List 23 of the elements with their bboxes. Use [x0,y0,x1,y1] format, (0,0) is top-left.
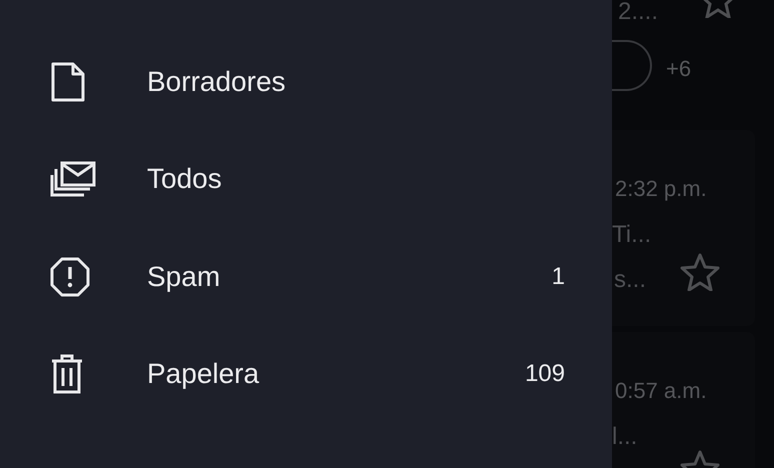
drawer-item-label: Borradores [147,64,287,99]
attachment-chip[interactable] [612,40,652,91]
drawer-item[interactable]: Todos [0,130,612,228]
star-icon[interactable] [680,253,720,291]
trash-icon [50,354,84,394]
document-icon [50,62,86,102]
more-count: +6 [666,55,692,83]
drawer-item-label: Todos [147,162,223,196]
mail-subject: Ti... [612,220,652,250]
mail-time: 2:32 p.m. [615,175,707,203]
stacked-mail-icon [50,161,96,198]
drawer-item[interactable]: Papelera 109 [0,326,612,423]
drawer-item[interactable]: Spam 1 [0,228,612,326]
mail-snippet: s... [614,265,646,295]
drawer-item[interactable]: Borradores [0,33,612,130]
drawer-item-label: Spam [147,260,222,294]
unread-count: 1 [552,262,565,292]
drawer-item-label: Papelera [147,357,260,392]
unread-count: 109 [524,359,565,390]
mail-snippet: 2.... [618,0,658,27]
mail-time: 0:57 a.m. [615,377,707,405]
mail-subject: l... [612,422,638,452]
warning-octagon-icon [50,256,90,297]
